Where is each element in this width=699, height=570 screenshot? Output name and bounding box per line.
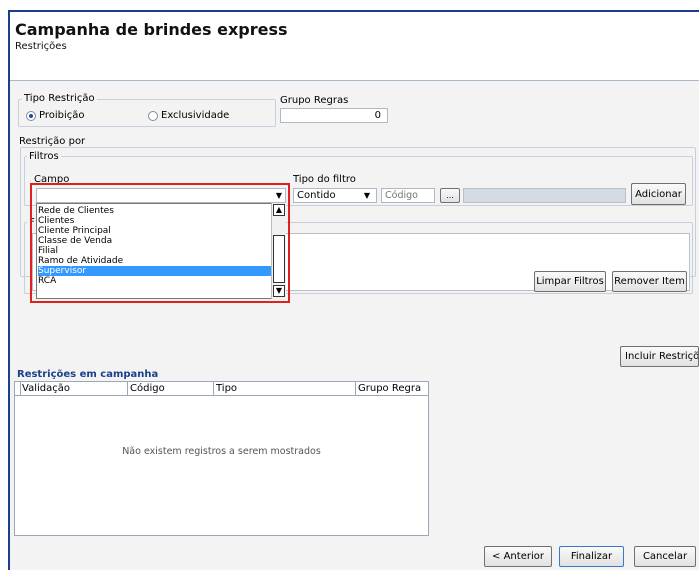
column-divider <box>127 382 128 396</box>
column-validacao[interactable]: Validação <box>22 383 70 394</box>
empty-message: Não existem registros a serem mostrados <box>122 446 321 457</box>
grid-header-spacer <box>15 382 21 396</box>
radio-exclusividade-label: Exclusividade <box>161 110 230 121</box>
codigo-input[interactable] <box>381 188 435 203</box>
anterior-button[interactable]: < Anterior <box>484 546 552 567</box>
tipo-restricao-label: Tipo Restrição <box>22 93 97 104</box>
adicionar-button[interactable]: Adicionar <box>631 183 686 205</box>
limpar-filtros-button[interactable]: Limpar Filtros <box>534 271 606 292</box>
column-codigo[interactable]: Código <box>130 383 165 394</box>
column-divider <box>213 382 214 396</box>
description-field <box>463 188 626 203</box>
ellipsis-button[interactable]: ... <box>440 188 460 203</box>
page-title: Campanha de brindes express <box>15 20 288 39</box>
filtros-label: Filtros <box>27 151 61 162</box>
grupo-regras-label: Grupo Regras <box>280 95 349 106</box>
column-grupo-regra[interactable]: Grupo Regra <box>358 383 421 394</box>
remover-item-button[interactable]: Remover Item <box>612 271 687 292</box>
tipo-filtro-value: Contido <box>297 190 336 201</box>
page-subtitle: Restrições <box>15 41 67 52</box>
radio-exclusividade[interactable] <box>148 111 158 121</box>
chevron-down-icon[interactable]: ▼ <box>364 189 370 202</box>
incluir-restricoes-button[interactable]: Incluir Restrições <box>620 346 699 367</box>
cancelar-button[interactable]: Cancelar <box>634 546 696 567</box>
tipo-filtro-label: Tipo do filtro <box>293 174 356 185</box>
finalizar-button[interactable]: Finalizar <box>559 546 624 567</box>
radio-proibicao[interactable] <box>26 111 36 121</box>
restricao-por-label: Restrição por <box>19 136 86 147</box>
window-frame-top <box>8 10 699 12</box>
column-tipo[interactable]: Tipo <box>216 383 237 394</box>
tipo-filtro-select[interactable]: Contido ▼ <box>293 188 377 203</box>
grupo-regras-input[interactable]: 0 <box>280 108 388 123</box>
restricoes-title: Restrições em campanha <box>17 369 159 380</box>
highlight-box <box>30 183 290 303</box>
restricoes-grid[interactable]: Validação Código Tipo Grupo Regra Não ex… <box>14 381 429 536</box>
grid-header: Validação Código Tipo Grupo Regra <box>15 382 428 396</box>
column-divider <box>355 382 356 396</box>
radio-proibicao-label: Proibição <box>39 110 85 121</box>
